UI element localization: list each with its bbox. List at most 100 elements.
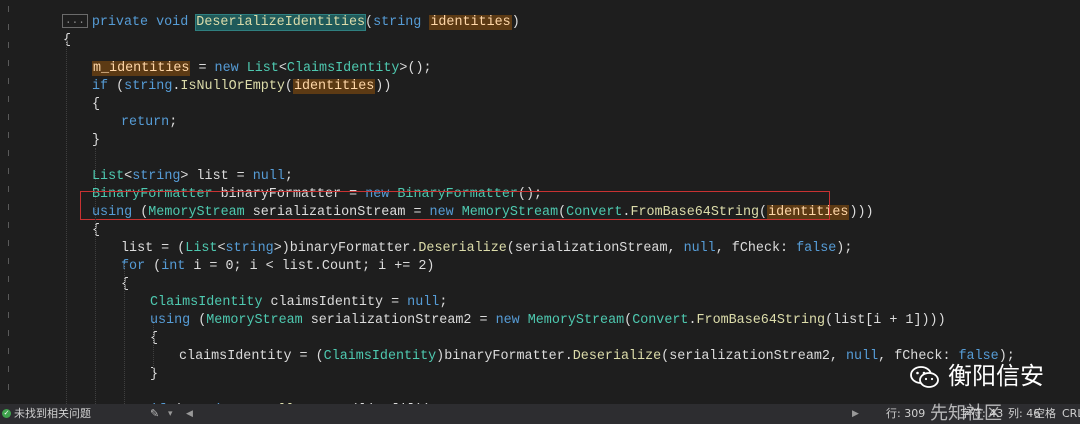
code-token: List <box>246 61 279 76</box>
code-line[interactable]: ClaimsIdentity claimsIdentity = null; <box>150 294 447 312</box>
code-line[interactable]: { <box>150 330 158 348</box>
code-token: { <box>92 223 101 238</box>
code-token: < <box>217 241 226 256</box>
code-token: (serializationStream, <box>506 241 684 256</box>
gutter-marker <box>8 222 12 228</box>
code-line[interactable]: } <box>92 132 100 150</box>
code-line[interactable]: using (MemoryStream serializationStream2… <box>150 312 946 330</box>
code-line[interactable]: { <box>63 32 71 50</box>
code-token: claimsIdentity = <box>262 295 408 310</box>
code-token: > list = <box>180 169 253 184</box>
gutter-marker <box>8 168 12 174</box>
code-token: } <box>150 367 159 382</box>
code-token: ClaimsIdentity <box>323 349 437 364</box>
code-token: ( <box>153 259 162 274</box>
code-line[interactable]: ... private void DeserializeIdentities(st… <box>62 14 520 32</box>
code-token: { <box>63 33 72 48</box>
gutter-marker <box>8 60 12 66</box>
scroll-right-icon[interactable]: ▶ <box>852 404 859 424</box>
code-token: List <box>185 241 218 256</box>
gutter-marker <box>8 204 12 210</box>
code-token: list = ( <box>121 241 186 256</box>
code-token: serializationStream2 = <box>302 313 496 328</box>
code-token: IsNullOrEmpty <box>180 79 285 94</box>
indent-guide <box>95 148 96 404</box>
code-line[interactable]: list = (List<string>)binaryFormatter.Des… <box>121 240 852 258</box>
scroll-left-icon[interactable]: ◀ <box>186 404 193 424</box>
code-token: null <box>407 295 440 310</box>
code-token: < <box>278 61 287 76</box>
gutter-marker <box>8 114 12 120</box>
code-line[interactable]: return; <box>121 114 177 132</box>
code-token: void <box>156 15 197 30</box>
gutter-marker <box>8 294 12 300</box>
gutter-marker <box>8 366 12 372</box>
line-number[interactable]: 行: 309 <box>886 404 925 424</box>
code-line[interactable]: if (string.IsNullOrEmpty(identities)) <box>92 78 391 96</box>
code-token: ( <box>116 79 125 94</box>
gutter-marker <box>8 24 12 30</box>
code-token: MemoryStream <box>527 313 625 328</box>
code-token: i = 0; i < list.Count; i += 2) <box>193 259 435 274</box>
code-token: ClaimsIdentity <box>150 295 263 310</box>
code-token: List <box>92 169 125 184</box>
code-token: (serializationStream2, <box>661 349 846 364</box>
code-line[interactable]: { <box>92 222 100 240</box>
line-ending[interactable]: CRLF <box>1062 404 1080 424</box>
watermark-account-name: 衡阳信安 <box>948 362 1044 390</box>
issues-status[interactable]: 未找到相关问题 <box>14 404 91 424</box>
code-token: (list[i + 1]))) <box>825 313 946 328</box>
code-token: ; <box>284 169 293 184</box>
code-token: ( <box>365 15 374 30</box>
gutter-marker <box>8 348 12 354</box>
code-line[interactable]: { <box>121 276 129 294</box>
code-line[interactable]: for (int i = 0; i < list.Count; i += 2) <box>121 258 434 276</box>
brush-icon[interactable]: ✎ <box>150 404 159 424</box>
code-line[interactable]: { <box>92 96 100 114</box>
site-watermark-text: 先知社区 <box>930 403 1002 424</box>
gutter-marker <box>8 258 12 264</box>
code-token: } <box>92 133 101 148</box>
code-token: MemoryStream <box>206 313 303 328</box>
gutter-marker <box>8 186 12 192</box>
code-token: string <box>225 241 274 256</box>
collapsed-region-marker[interactable]: ... <box>62 14 88 29</box>
code-token: string <box>132 169 181 184</box>
code-token: return <box>121 115 170 130</box>
gutter-marker <box>8 240 12 246</box>
code-token: < <box>124 169 133 184</box>
code-token: int <box>161 259 194 274</box>
highlighted-token: identities <box>429 15 512 30</box>
brush-dropdown-icon[interactable]: ▾ <box>168 404 173 424</box>
code-token: ))) <box>849 205 874 220</box>
code-token: FromBase64String <box>696 313 826 328</box>
highlighted-token: identities <box>292 79 376 94</box>
code-editor[interactable]: ... private void DeserializeIdentities(st… <box>0 0 1080 404</box>
code-token: ClaimsIdentity <box>286 61 400 76</box>
wechat-icon <box>910 366 939 388</box>
code-token: claimsIdentity = ( <box>179 349 324 364</box>
code-line[interactable]: claimsIdentity = (ClaimsIdentity)binaryF… <box>179 348 1015 366</box>
gutter-marker <box>8 6 12 12</box>
indent-guide <box>124 264 125 404</box>
fold-margin[interactable] <box>46 0 60 404</box>
code-token: )) <box>375 79 392 94</box>
code-token: { <box>150 331 159 346</box>
whitespace-mode[interactable]: 空格 <box>1034 404 1056 424</box>
code-token: Convert <box>632 313 689 328</box>
code-token: string <box>124 79 173 94</box>
highlighted-token: m_identities <box>92 61 191 76</box>
code-line[interactable]: } <box>150 366 158 384</box>
code-token: { <box>92 97 101 112</box>
code-line[interactable]: m_identities = new List<ClaimsIdentity>(… <box>92 60 432 78</box>
gutter-marker <box>8 312 12 318</box>
code-token: null <box>252 169 285 184</box>
code-token: ); <box>836 241 853 256</box>
site-watermark: 先知社区 <box>930 404 1002 424</box>
code-line[interactable]: List<string> list = null; <box>92 168 293 186</box>
code-token: >)binaryFormatter. <box>273 241 419 256</box>
code-token: private <box>91 15 157 30</box>
check-circle-icon: ✓ <box>2 409 11 418</box>
code-token: ( <box>624 313 633 328</box>
line-gutter <box>0 0 46 404</box>
